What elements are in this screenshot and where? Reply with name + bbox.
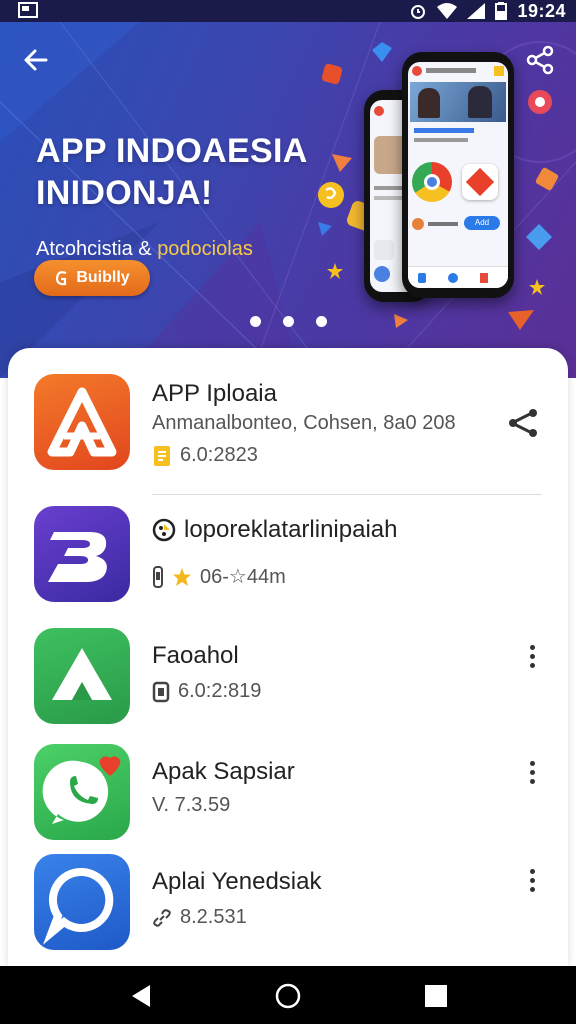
decor-cube-icon [321,63,343,85]
app-version: 6.0:2:819 [178,680,262,702]
hero-title-line-1: APP INDOAESIA [36,132,308,170]
decor-triangle-icon [394,314,408,328]
chat-bubble-icon [42,868,114,945]
app-icon-4[interactable] [34,744,130,840]
hero-title: APP INDOAESIA INIDONJA! [36,130,336,214]
app-version-row: 6.0:2:819 [152,680,261,703]
app-version: 8.2.531 [180,906,247,928]
battery-icon [495,2,508,20]
share-icon[interactable] [506,406,540,440]
app-version: V. 7.3.59 [152,794,231,816]
carousel-dot[interactable] [316,316,327,327]
link-icon [153,908,171,927]
app-name: Faoahol [152,642,239,669]
app-icon-3[interactable] [34,628,130,724]
back-arrow-icon[interactable] [20,44,52,76]
decor-cube-icon [535,167,559,191]
app-list-item[interactable]: APP Iploaia Anmanalbonteo, Cohsen, 8a0 2… [8,348,568,495]
status-time: 19:24 [517,0,566,21]
app-meta: 06-☆44m [200,566,286,588]
decor-star-icon [327,263,343,279]
app-list-item[interactable]: Apak Sapsiar V. 7.3.59 [8,736,568,848]
app-icon-5[interactable] [34,854,130,950]
status-bar: 19:24 [0,0,576,22]
decor-circle-icon [318,182,344,208]
decor-cube-icon [372,42,392,62]
app-badge-icon [152,518,176,542]
more-options-icon[interactable] [520,864,544,896]
nav-home-icon[interactable] [274,982,302,1010]
divider [152,494,542,495]
phone-small-icon [153,565,163,588]
decor-star-icon [529,279,545,295]
letter-b-icon [48,532,107,582]
app-list-card: APP Iploaia Anmanalbonteo, Cohsen, 8a0 2… [8,348,568,968]
device-icon [152,681,170,702]
more-options-icon[interactable] [520,756,544,788]
app-meta: Anmanalbonteo, Cohsen, 8a0 208 [152,412,456,434]
decor-triangle-icon [332,154,352,172]
letter-a-icon [47,387,117,457]
decor-triangle-icon [318,222,332,236]
carousel-dot[interactable] [283,316,294,327]
screenshot-icon [18,2,38,18]
app-name: APP Iploaia [152,380,277,407]
hero-cta-button[interactable]: Buiblly [34,260,150,296]
app-version-row: 8.2.531 [152,906,247,929]
document-icon [154,445,170,466]
hero-subtitle: Atcohcistia & podociolas [36,238,253,261]
nav-back-icon[interactable] [128,982,156,1010]
app-icon-1[interactable] [34,374,130,470]
app-list-item[interactable]: Aplai Yenedsiak 8.2.531 [8,848,568,960]
letter-a-icon [52,648,112,700]
system-nav-bar [0,966,576,1024]
carousel-dot[interactable] [250,316,261,327]
app-name: loporeklatarlinipaiah [184,516,398,543]
app-version: 6.0:2823 [180,444,258,466]
hero-subtitle-b: podociolas [157,238,253,260]
app-name: Apak Sapsiar [152,758,295,785]
app-name: Aplai Yenedsiak [152,868,322,895]
nav-recents-icon[interactable] [422,982,450,1010]
cta-icon [56,271,67,286]
more-options-icon[interactable] [520,640,544,672]
app-meta-row: 06-☆44m [152,564,286,589]
hero-subtitle-a: Atcohcistia [36,238,133,260]
wifi-icon [437,3,458,19]
app-name-row: loporeklatarlinipaiah [152,516,397,544]
hero-banner[interactable]: APP INDOAESIA INIDONJA! Atcohcistia & po… [0,22,576,378]
chat-phone-icon [42,756,121,824]
hero-subtitle-amp: & [138,238,152,260]
star-icon [173,567,191,586]
app-version-row: 6.0:2823 [152,444,258,467]
decor-triangle-icon [508,310,534,330]
phone-add-button: Add [464,216,500,230]
app-list-item[interactable]: loporeklatarlinipaiah 06-☆44m [8,498,568,610]
phone-mockup-front: Add [402,52,514,298]
carousel-dots[interactable] [250,316,327,327]
alarm-icon [411,5,426,19]
hero-title-line-2: INIDONJA! [36,174,213,212]
cellular-icon [467,3,486,19]
decor-diamond-icon [526,224,552,250]
app-icon-2[interactable] [34,506,130,602]
app-list-item[interactable]: Faoahol 6.0:2:819 [8,620,568,732]
phone-screen: Add [408,62,508,288]
share-icon[interactable] [524,44,556,76]
hero-cta-label: Buiblly [76,269,130,286]
decor-circle-icon [528,90,552,114]
